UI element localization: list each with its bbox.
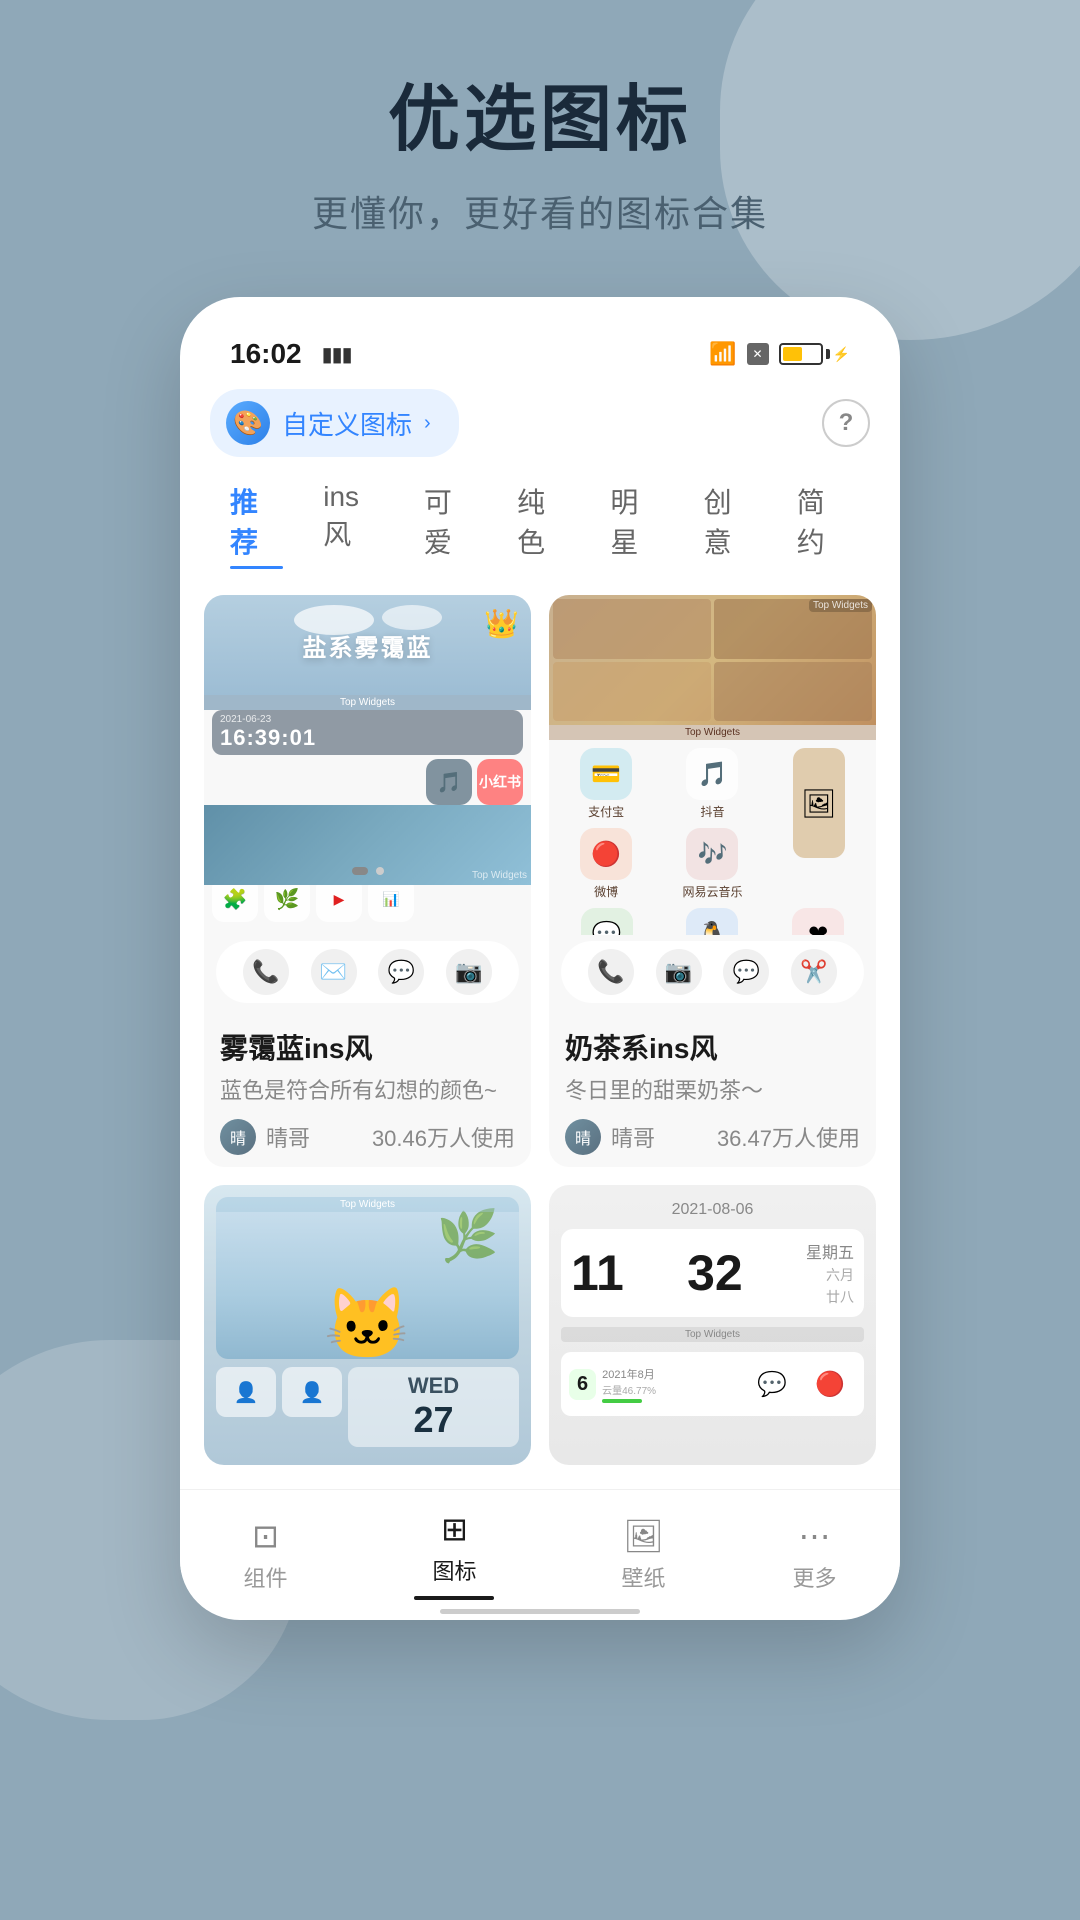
users-count-1: 30.46万人使用 <box>372 1121 515 1153</box>
help-button[interactable]: ? <box>822 399 870 447</box>
x-status-icon: ✕ <box>747 343 769 365</box>
calendar-widget: 11 32 星期五 六月 廿八 <box>561 1229 864 1317</box>
card-misty-blue-preview: 👑 盐系雾霭蓝 Top Widgets <box>204 595 531 935</box>
dock-bar-left: 📞 ✉️ 💬 📷 <box>216 941 519 1003</box>
custom-icon-bar: 🎨 自定义图标 › ? <box>180 381 900 473</box>
card-title-1: 雾霭蓝ins风 <box>220 1027 515 1067</box>
collage-area: Top Widgets <box>549 595 876 725</box>
phone-mockup: 16:02 ▮▮▮ 📶 ✕ ⚡ 🎨 自定义图标 <box>180 297 900 1620</box>
bottom-card-cat[interactable]: 🐱 🌿 Top Widgets 👤 👤 WED 27 <box>204 1185 531 1465</box>
chevron-right-icon: › <box>424 412 431 435</box>
tab-recommended[interactable]: 推荐 <box>210 473 303 569</box>
tab-cute[interactable]: 可爱 <box>404 473 497 569</box>
theme-name-label: 盐系雾霭蓝 <box>303 628 433 663</box>
right-icons-grid: 💳 支付宝 🎵 抖音 🖼 🔴 微博 <box>549 740 876 908</box>
nav-item-wallpaper[interactable]: 🖼 壁纸 <box>591 1517 695 1593</box>
author-name-2: 晴哥 <box>611 1121 655 1153</box>
tabs-bar: 推荐 ins风 可爱 纯色 明星 创意 简约 <box>180 473 900 585</box>
card-misty-blue[interactable]: 👑 盐系雾霭蓝 Top Widgets <box>204 595 531 1167</box>
card-milk-tea[interactable]: Top Widgets Top Widgets 💳 支付宝 🎵 抖音 <box>549 595 876 1167</box>
author-name-1: 晴哥 <box>266 1121 310 1153</box>
content-grid: 👑 盐系雾霭蓝 Top Widgets <box>180 585 900 1167</box>
tab-creative[interactable]: 创意 <box>684 473 777 569</box>
widget-icons-row1: 🎵 小红书 <box>212 759 523 805</box>
nav-label-components: 组件 <box>243 1561 287 1593</box>
bottom-nav: ⊡ 组件 ⊞ 图标 🖼 壁纸 ⋯ 更多 <box>180 1489 900 1610</box>
hero-title: 优选图标 <box>388 60 692 165</box>
battery-icon: ⚡ <box>779 343 850 365</box>
custom-icon-button[interactable]: 🎨 自定义图标 › <box>210 389 459 457</box>
card-desc-1: 蓝色是符合所有幻想的颜色~ <box>220 1073 515 1105</box>
tab-solid[interactable]: 纯色 <box>497 473 590 569</box>
dock-bar-right: 📞 📷 💬 ✂️ <box>561 941 864 1003</box>
bottom-card-calendar[interactable]: 2021-08-06 11 32 星期五 六月 廿八 Top Widgets <box>549 1185 876 1465</box>
card-meta-2: 晴 晴哥 36.47万人使用 <box>565 1119 860 1155</box>
home-indicator <box>180 1610 900 1620</box>
nav-item-icons[interactable]: ⊞ 图标 <box>384 1510 524 1600</box>
bottom-cards: 🐱 🌿 Top Widgets 👤 👤 WED 27 <box>180 1185 900 1489</box>
card-desc-2: 冬日里的甜栗奶茶～ <box>565 1073 860 1105</box>
top-widgets-label-5: Top Widgets <box>549 725 876 740</box>
crown-badge-icon: 👑 <box>484 607 519 640</box>
author-avatar-2: 晴 <box>565 1119 601 1155</box>
card-milk-tea-preview: Top Widgets Top Widgets 💳 支付宝 🎵 抖音 <box>549 595 876 935</box>
component-icon: ⊡ <box>252 1517 279 1555</box>
signal-bars-icon: ▮▮▮ <box>322 342 352 367</box>
nav-label-wallpaper: 壁纸 <box>621 1561 665 1593</box>
tab-minimal[interactable]: 简约 <box>777 473 870 569</box>
top-widgets-label-1: Top Widgets <box>204 695 531 710</box>
nav-item-more[interactable]: ⋯ 更多 <box>762 1517 866 1593</box>
wifi-icon: 📶 <box>709 341 736 367</box>
nav-item-components[interactable]: ⊡ 组件 <box>213 1517 317 1593</box>
tab-ins[interactable]: ins风 <box>303 473 404 569</box>
icons-icon: ⊞ <box>441 1510 468 1548</box>
more-icon: ⋯ <box>798 1517 830 1555</box>
dots-indicator-1 <box>204 859 531 879</box>
card-info-misty-blue: 雾霭蓝ins风 蓝色是符合所有幻想的颜色~ 晴 晴哥 30.46万人使用 <box>204 1009 531 1167</box>
wallpaper-icon: 🖼 <box>623 1517 664 1555</box>
time-widget: 2021-06-23 16:39:01 <box>212 710 523 755</box>
sky-area: 盐系雾霭蓝 <box>204 595 531 695</box>
nav-label-icons: 图标 <box>432 1554 476 1586</box>
status-icons: 📶 ✕ ⚡ <box>709 341 850 367</box>
custom-icon-circle: 🎨 <box>226 401 270 445</box>
tab-star[interactable]: 明星 <box>590 473 683 569</box>
calendar-date-header: 2021-08-06 <box>561 1201 864 1219</box>
users-count-2: 36.47万人使用 <box>717 1121 860 1153</box>
bottom-icons-row: 💬 微信 🐧 QQ ❤ <box>549 908 876 935</box>
battery-bolt-icon: ⚡ <box>833 346 850 363</box>
nav-active-indicator <box>414 1596 494 1600</box>
hero-subtitle: 更懂你，更好看的图标合集 <box>312 185 768 237</box>
custom-icon-label: 自定义图标 <box>282 405 412 442</box>
top-widgets-label-6: Top Widgets <box>216 1197 519 1212</box>
status-bar: 16:02 ▮▮▮ 📶 ✕ ⚡ <box>180 327 900 381</box>
card-title-2: 奶茶系ins风 <box>565 1027 860 1067</box>
author-avatar-1: 晴 <box>220 1119 256 1155</box>
top-widgets-label-7: Top Widgets <box>561 1327 864 1342</box>
top-widgets-label-4: Top Widgets <box>809 599 872 612</box>
card-info-milk-tea: 奶茶系ins风 冬日里的甜栗奶茶～ 晴 晴哥 36.47万人使用 <box>549 1009 876 1167</box>
status-time: 16:02 <box>230 338 302 370</box>
nav-label-more: 更多 <box>792 1561 836 1593</box>
card-meta-1: 晴 晴哥 30.46万人使用 <box>220 1119 515 1155</box>
